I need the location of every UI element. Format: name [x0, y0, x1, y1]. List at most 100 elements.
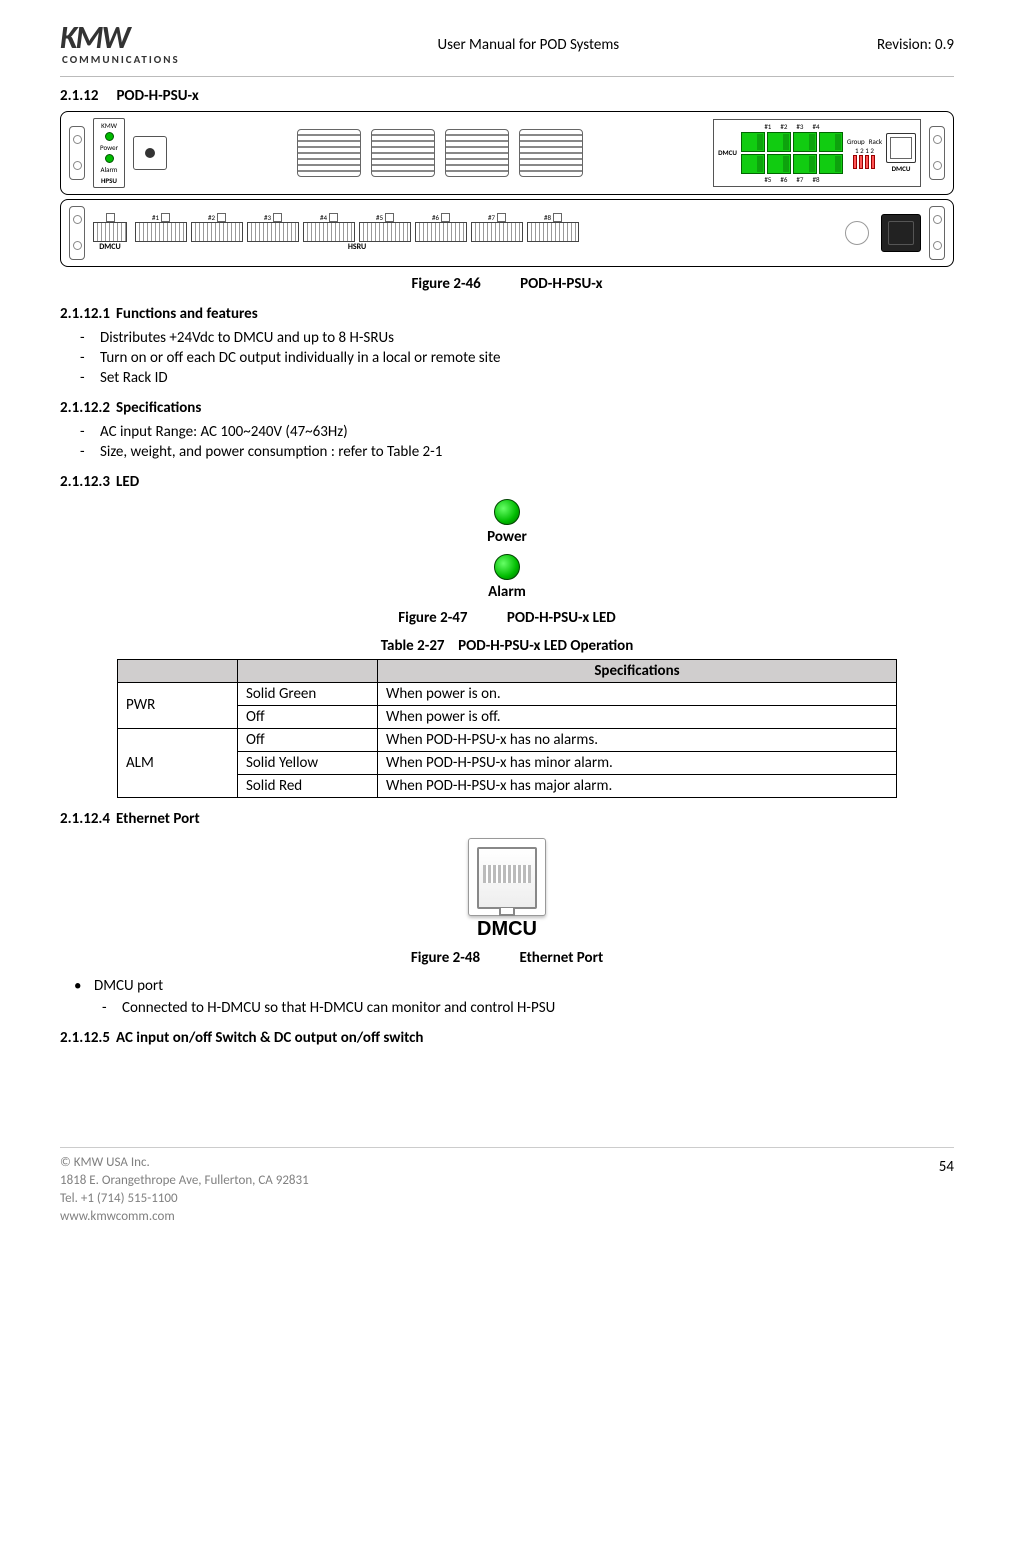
table-title: POD-H-PSU-x LED Operation — [458, 637, 633, 655]
sw-label: #4 — [812, 122, 819, 131]
table-cell: Off — [238, 728, 378, 751]
port-label: #3 — [264, 213, 271, 222]
table-header-blank — [238, 659, 378, 682]
heading-num: 2.1.12.2 — [60, 399, 110, 417]
table-header-blank — [118, 659, 238, 682]
heading-specifications: 2.1.12.2 Specifications — [60, 399, 954, 417]
connector-icon[interactable] — [191, 222, 243, 242]
figure-num: Figure 2-47 — [398, 609, 467, 627]
table-cell: Solid Yellow — [238, 751, 378, 774]
ethernet-label: DMCU — [60, 918, 954, 941]
figure-title: POD-H-PSU-x — [520, 275, 602, 293]
led-icon — [494, 499, 520, 525]
vent-group — [175, 129, 705, 177]
output-switch[interactable] — [793, 132, 817, 152]
footer-phone: Tel. +1 (714) 515-1100 — [60, 1190, 954, 1208]
port-label: #6 — [432, 213, 439, 222]
power-button[interactable] — [133, 136, 167, 170]
vent-icon — [371, 129, 435, 177]
rack-label: Rack — [869, 137, 882, 146]
port-label: #4 — [320, 213, 327, 222]
dmcu-rear-label: DMCU — [99, 242, 121, 252]
logo-text-bottom: COMMUNICATIONS — [62, 53, 180, 66]
connector-icon[interactable] — [135, 222, 187, 242]
list-item: Distributes +24Vdc to DMCU and up to 8 H… — [100, 329, 954, 347]
power-led-figure: Power — [60, 499, 954, 546]
figure-num: Figure 2-48 — [411, 949, 480, 967]
list-item: Size, weight, and power consumption : re… — [100, 443, 954, 461]
list-item: DMCU port — [94, 977, 954, 995]
power-label: Power — [100, 143, 118, 152]
figure-title: Ethernet Port — [519, 949, 603, 967]
dmcu-port-sublist: Connected to H-DMCU so that H-DMCU can m… — [60, 999, 954, 1017]
heading-num: 2.1.12.4 — [60, 810, 110, 828]
output-switch[interactable] — [819, 132, 843, 152]
vent-icon — [297, 129, 361, 177]
ethernet-port-icon[interactable] — [886, 133, 916, 163]
table-cell: When POD-H-PSU-x has major alarm. — [378, 774, 897, 797]
output-switch[interactable] — [819, 154, 843, 174]
figure-2-47-caption: Figure 2-47 POD-H-PSU-x LED — [60, 609, 954, 627]
figure-num: Figure 2-46 — [412, 275, 481, 293]
table-cell: Off — [238, 705, 378, 728]
list-item: Turn on or off each DC output individual… — [100, 349, 954, 367]
rack-rear-panel: DMCU #1 #2 #3 #4 #5 #6 #7 #8 HSRU — [60, 199, 954, 267]
dmcu-port-list: DMCU port — [60, 977, 954, 995]
sw-label: #3 — [796, 122, 803, 131]
connector-icon[interactable] — [471, 222, 523, 242]
led-icon — [494, 554, 520, 580]
table-row: PWR Solid Green When power is on. — [118, 682, 897, 705]
list-item: Set Rack ID — [100, 369, 954, 387]
connector-icon[interactable] — [527, 222, 579, 242]
heading-title: Specifications — [116, 399, 201, 417]
alarm-led-icon — [105, 154, 114, 163]
table-cell: Solid Red — [238, 774, 378, 797]
heading-title: LED — [116, 473, 139, 491]
port-label: #2 — [208, 213, 215, 222]
heading-led: 2.1.12.3 LED — [60, 473, 954, 491]
functions-list: Distributes +24Vdc to DMCU and up to 8 H… — [60, 329, 954, 387]
hpsu-module: KMW Power Alarm HPSU — [93, 118, 125, 188]
connector-icon[interactable] — [93, 222, 127, 242]
output-switch[interactable] — [793, 154, 817, 174]
hsru-connector-row: #1 #2 #3 #4 #5 #6 #7 #8 — [135, 213, 579, 242]
dip-switches[interactable] — [853, 155, 875, 169]
connector-icon[interactable] — [359, 222, 411, 242]
table-2-27-caption: Table 2-27 POD-H-PSU-x LED Operation — [60, 637, 954, 655]
table-cell: When power is off. — [378, 705, 897, 728]
list-item: AC input Range: AC 100~240V (47~63Hz) — [100, 423, 954, 441]
dmcu-connector: DMCU — [93, 213, 127, 252]
header-title: User Manual for POD Systems — [180, 36, 877, 54]
table-num: Table 2-27 — [381, 637, 445, 655]
dmcu-port-label: DMCU — [892, 164, 911, 173]
power-button-icon — [145, 148, 155, 158]
output-switch-grid — [741, 132, 843, 174]
port-label: #5 — [376, 213, 383, 222]
led-spec-table: Specifications PWR Solid Green When powe… — [117, 659, 897, 798]
table-cell: PWR — [118, 682, 238, 728]
logo: KMW COMMUNICATIONS — [60, 24, 180, 66]
table-cell: When power is on. — [378, 682, 897, 705]
heading-2-1-12: 2.1.12 POD-H-PSU-x — [60, 87, 954, 105]
heading-num: 2.1.12.3 — [60, 473, 110, 491]
output-switch[interactable] — [767, 132, 791, 152]
ethernet-port-figure — [468, 838, 546, 916]
heading-ac-dc-switch: 2.1.12.5 AC input on/off Switch & DC out… — [60, 1029, 954, 1047]
led-label: Power — [60, 528, 954, 546]
connector-icon[interactable] — [415, 222, 467, 242]
heading-num: 2.1.12.5 — [60, 1029, 110, 1047]
output-switch[interactable] — [741, 154, 765, 174]
heading-functions: 2.1.12.1 Functions and features — [60, 305, 954, 323]
output-switch[interactable] — [741, 132, 765, 152]
output-switch[interactable] — [767, 154, 791, 174]
connector-icon[interactable] — [247, 222, 299, 242]
vent-icon — [445, 129, 509, 177]
checkbox-icon — [106, 213, 115, 222]
table-header-spec: Specifications — [378, 659, 897, 682]
alarm-label: Alarm — [100, 165, 117, 174]
dmcu-switch-block: DMCU #1 #2 #3 #4 #5 #6 #7 #8 Group Rac — [713, 119, 921, 187]
figure-2-48-caption: Figure 2-48 Ethernet Port — [60, 949, 954, 967]
connector-icon[interactable] — [303, 222, 355, 242]
ac-inlet-icon[interactable] — [881, 214, 921, 252]
table-cell: When POD-H-PSU-x has no alarms. — [378, 728, 897, 751]
